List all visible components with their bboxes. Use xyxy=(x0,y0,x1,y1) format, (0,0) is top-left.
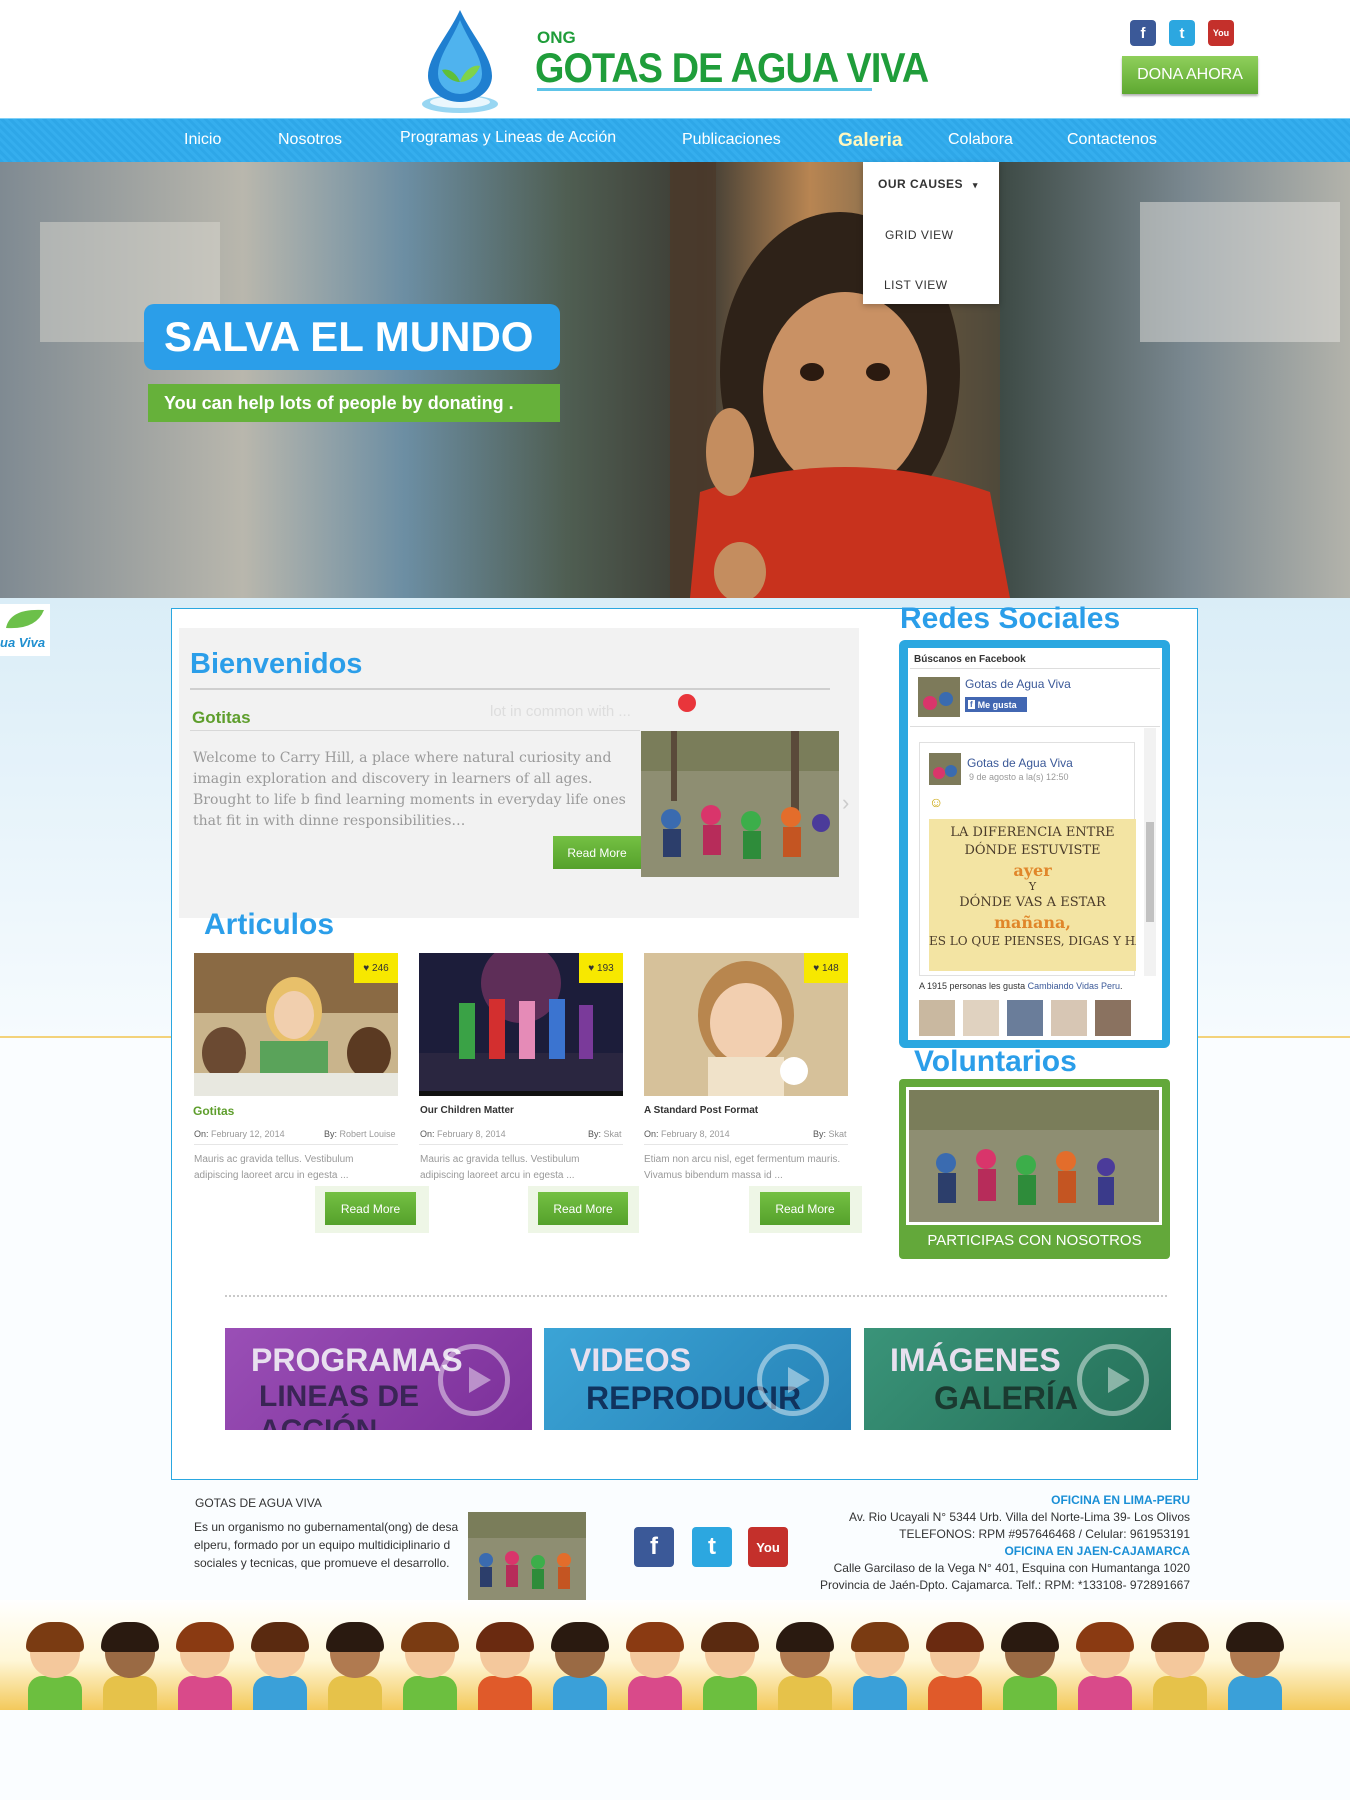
divider xyxy=(910,726,1160,727)
dropdown-item-list-view[interactable]: LIST VIEW xyxy=(884,278,948,292)
divider xyxy=(644,1144,848,1145)
play-icon xyxy=(1077,1344,1149,1416)
article-read-more-button[interactable]: Read More xyxy=(325,1192,416,1225)
imagenes-banner[interactable]: IMÁGENES GALERÍA xyxy=(864,1328,1171,1430)
twitter-icon[interactable]: t xyxy=(1169,20,1195,46)
welcome-photo[interactable] xyxy=(641,731,839,877)
hero-image xyxy=(40,162,1340,598)
likes-badge[interactable]: ♥ 148 xyxy=(804,953,848,983)
likes-badge[interactable]: ♥ 193 xyxy=(579,953,623,983)
nav-item-publicaciones[interactable]: Publicaciones xyxy=(682,131,781,149)
play-icon xyxy=(757,1344,829,1416)
redes-heading: Redes Sociales xyxy=(900,602,1121,635)
article-excerpt: Etiam non arcu nisl, eget fermentum maur… xyxy=(644,1154,841,1181)
footer-about-text: Es un organismo no gubernamental(ong) de… xyxy=(194,1520,459,1570)
office-lima-address: Av. Rio Ucayali N° 5344 Urb. Villa del N… xyxy=(849,1510,1190,1524)
voluntarios-heading: Voluntarios xyxy=(914,1045,1077,1078)
voluntarios-photo[interactable] xyxy=(906,1087,1162,1225)
hero-subtitle: You can help lots of people by donating … xyxy=(148,384,560,422)
article-date: On: February 12, 2014 xyxy=(194,1129,285,1139)
play-icon xyxy=(438,1344,510,1416)
videos-banner[interactable]: VIDEOS REPRODUCIR xyxy=(544,1328,851,1430)
footer-photo[interactable] xyxy=(468,1512,586,1600)
slider-dot-icon[interactable] xyxy=(678,694,696,712)
article-excerpt: Mauris ac gravida tellus. Vestibulum adi… xyxy=(420,1154,580,1181)
fb-scrollbar[interactable] xyxy=(1144,728,1156,976)
likes-badge[interactable]: ♥ 246 xyxy=(354,953,398,983)
nav-item-colabora[interactable]: Colabora xyxy=(948,131,1013,149)
hero-title: SALVA EL MUNDO xyxy=(144,304,560,370)
fb-post-avatar[interactable] xyxy=(929,753,961,785)
welcome-subheading: Gotitas xyxy=(192,708,251,727)
fb-box-title: Búscanos en Facebook xyxy=(914,654,1026,665)
divider xyxy=(190,730,640,731)
nav-item-nosotros[interactable]: Nosotros xyxy=(278,131,342,149)
welcome-read-more-button[interactable]: Read More xyxy=(553,836,641,869)
article-title[interactable]: Gotitas xyxy=(193,1104,234,1118)
fb-page-name[interactable]: Gotas de Agua Viva xyxy=(965,677,1071,691)
kids-illustration xyxy=(0,1600,1350,1710)
article-read-more-button[interactable]: Read More xyxy=(760,1192,850,1225)
fb-post-date: 9 de agosto a la(s) 12:50 xyxy=(969,772,1069,782)
divider xyxy=(194,1144,398,1145)
chevron-down-icon: ▾ xyxy=(972,180,978,190)
hero-slider xyxy=(0,162,1350,598)
article-date: On: February 8, 2014 xyxy=(644,1129,730,1139)
logo-title[interactable]: GOTAS DE AGUA VIVA xyxy=(535,44,929,92)
article-author: By: Skat xyxy=(588,1129,622,1139)
voluntarios-label[interactable]: PARTICIPAS CON NOSOTROS xyxy=(899,1232,1170,1249)
welcome-body: Welcome to Carry Hill, a place where nat… xyxy=(193,750,626,829)
fb-like-button[interactable]: f Me gusta xyxy=(965,697,1027,712)
dropdown-item-our-causes[interactable]: OUR CAUSES ▾ xyxy=(878,177,978,191)
side-tab[interactable]: ua Viva xyxy=(0,604,50,656)
donate-button[interactable]: DONA AHORA xyxy=(1122,56,1258,94)
article-date: On: February 8, 2014 xyxy=(420,1129,506,1139)
divider xyxy=(910,668,1160,669)
article-author: By: Robert Louise xyxy=(324,1129,396,1139)
nav-item-galeria[interactable]: Galeria xyxy=(838,130,902,152)
programas-banner[interactable]: PROGRAMASLINEAS DE ACCIÓN xyxy=(225,1328,532,1430)
article-read-more-button[interactable]: Read More xyxy=(538,1192,628,1225)
youtube-icon[interactable]: You xyxy=(1208,20,1234,46)
fb-page-avatar[interactable] xyxy=(918,677,960,717)
nav-item-inicio[interactable]: Inicio xyxy=(184,131,221,149)
faded-text: lot in common with ... xyxy=(490,703,631,720)
welcome-heading: Bienvenidos xyxy=(190,648,363,680)
article-excerpt: Mauris ac gravida tellus. Vestibulum adi… xyxy=(194,1154,354,1181)
facebook-icon[interactable]: f xyxy=(634,1527,674,1567)
divider xyxy=(190,688,830,690)
article-title[interactable]: A Standard Post Format xyxy=(644,1105,758,1116)
office-lima-title: OFICINA EN LIMA-PERU xyxy=(1051,1493,1190,1507)
footer-about-title: GOTAS DE AGUA VIVA xyxy=(195,1496,322,1510)
office-lima-phones: TELEFONOS: RPM #957646468 / Celular: 961… xyxy=(899,1527,1190,1541)
office-jaen-title: OFICINA EN JAEN-CAJAMARCA xyxy=(1004,1544,1190,1558)
office-jaen-phones: Provincia de Jaén-Dpto. Cajamarca. Telf.… xyxy=(820,1578,1190,1592)
leaf-icon xyxy=(6,609,44,629)
articles-heading: Articulos xyxy=(204,908,335,941)
chevron-right-icon[interactable]: › xyxy=(842,790,849,816)
water-drop-logo[interactable] xyxy=(420,6,500,116)
article-author: By: Skat xyxy=(813,1129,847,1139)
facebook-icon[interactable]: f xyxy=(1130,20,1156,46)
fb-fans-avatars[interactable] xyxy=(919,1000,1134,1036)
logo-underline xyxy=(537,88,872,91)
dropdown-item-grid-view[interactable]: GRID VIEW xyxy=(885,228,954,242)
fb-post-emoji: ☺ xyxy=(929,794,944,810)
article-title[interactable]: Our Children Matter xyxy=(420,1105,514,1116)
nav-item-contactenos[interactable]: Contactenos xyxy=(1067,131,1157,149)
divider xyxy=(225,1295,1167,1297)
office-jaen-address: Calle Garcilaso de la Vega N° 401, Esqui… xyxy=(833,1561,1190,1575)
side-tab-label: ua Viva xyxy=(0,635,46,650)
nav-item-programas[interactable]: Programas y Lineas de Acción xyxy=(400,129,616,147)
fb-likes-count: A 1915 personas les gusta Cambiando Vida… xyxy=(919,981,1123,991)
fb-like-icon: f xyxy=(968,700,975,709)
divider xyxy=(419,1144,623,1145)
fb-post-name[interactable]: Gotas de Agua Viva xyxy=(967,756,1073,770)
fb-post-image[interactable]: LA DIFERENCIA ENTRE DÓNDE ESTUVISTE ayer… xyxy=(929,819,1136,971)
